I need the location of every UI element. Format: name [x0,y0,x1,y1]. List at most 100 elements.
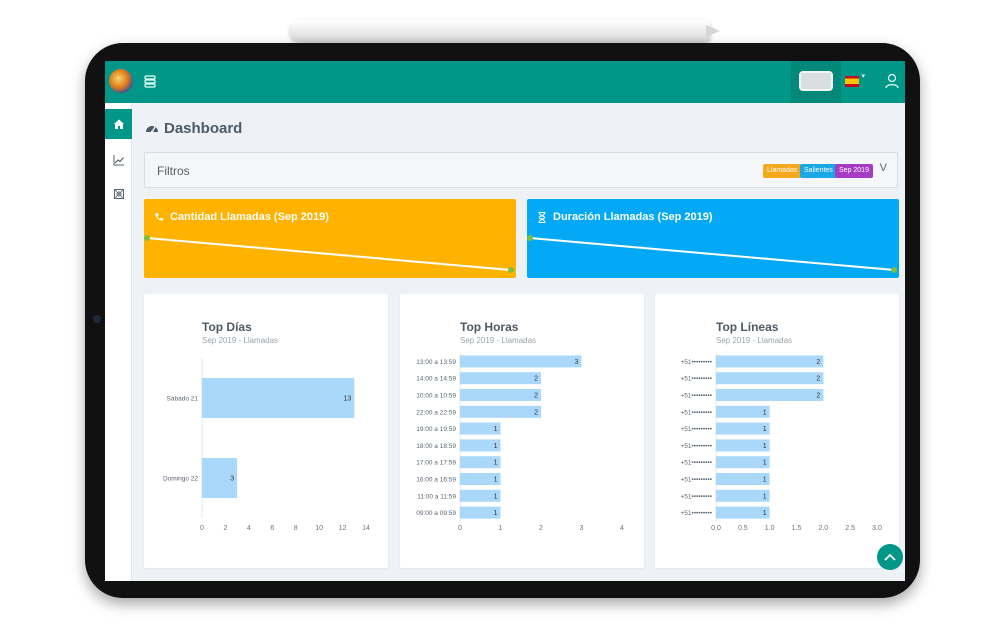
x-tick-label: 1.5 [792,525,802,532]
home-icon [113,119,124,129]
chart-top-lineas: 0.0 0.5 1.0 1.5 2.0 2.5 3.0 +51••••••••• 2 +51•••… [680,353,882,532]
phone-icon [155,213,163,221]
bar[interactable] [716,422,770,435]
category-label: 16:00 a 16:59 [416,477,456,484]
badge-periodo[interactable]: Sep 2019 [835,164,873,178]
filters-toggle-icon[interactable]: V [880,162,887,174]
sidebar-item-chart[interactable] [105,145,132,175]
bar[interactable] [460,372,541,385]
bar-value-label: 2 [816,393,820,400]
category-label: +51••••••••• [680,460,712,467]
badge-salientes[interactable]: Salientes [800,164,837,178]
line-chart-icon [113,155,124,166]
top-bar: ▾ [105,61,905,103]
x-tick-label: 12 [339,525,347,532]
x-tick-label: 0.0 [711,525,721,532]
menu-icon[interactable] [143,74,157,88]
category-label: 09:00 a 09:59 [416,510,456,517]
chart-top-dias: 0 2 4 6 8 10 12 14 Sábado 21 13 Domingo 22 3 [163,358,370,532]
dashboard-gauge-icon [146,125,158,133]
category-label: Sábado 21 [167,396,199,403]
report-icon [113,189,124,199]
category-label: 18:00 a 18:59 [416,443,456,450]
bar-value-label: 1 [494,426,498,433]
x-tick-label: 10 [315,525,323,532]
bar-value-label: 2 [816,376,820,383]
bar-value-label: 1 [763,409,767,416]
bar-value-label: 3 [575,359,579,366]
x-tick-label: 14 [362,525,370,532]
bar[interactable] [460,405,541,418]
sidebar-item-home[interactable] [105,109,132,139]
bar[interactable] [716,439,770,452]
bar[interactable] [460,389,541,401]
filters-label: Filtros [157,164,190,178]
page-title-text: Dashboard [164,120,243,137]
card-top-dias: Top Días Sep 2019 - Llamadas 0 2 4 6 8 10 12 14… [144,294,388,568]
sparkline-cantidad [144,235,514,273]
kpi-card-cantidad: Cantidad Llamadas (Sep 2019) [144,199,516,278]
bar-value-label: 3 [230,476,234,483]
bar-value-label: 2 [534,376,538,383]
x-tick-label: 2.0 [818,525,828,532]
spark-point-start [527,235,533,241]
category-label: +51••••••••• [680,393,712,400]
spark-point-end [508,267,514,273]
x-tick-label: 0.5 [738,525,748,532]
tablet-camera [93,315,101,323]
bar-value-label: 2 [534,409,538,416]
x-tick-label: 4 [620,525,624,532]
bar-value-label: 1 [763,460,767,467]
kpi-title-duracion: Duración Llamadas (Sep 2019) [537,211,713,223]
x-tick-label: 0 [458,525,462,532]
app-logo[interactable] [109,69,133,93]
hourglass-icon [538,211,546,223]
category-label: 19:00 a 19:59 [416,426,456,433]
apple-pencil [290,20,710,42]
bar[interactable] [202,378,355,418]
category-label: +51••••••••• [680,510,712,517]
x-tick-label: 1 [499,525,503,532]
bar[interactable] [716,372,824,385]
bar[interactable] [716,355,824,368]
chevron-up-icon [884,553,896,561]
category-label: Domingo 22 [163,476,198,483]
account-name-pill[interactable] [799,71,833,91]
category-label: +51••••••••• [680,477,712,484]
card-top-lineas: Top Líneas Sep 2019 - Llamadas 0.0 0.5 1.0… [655,294,899,568]
spain-flag-icon[interactable] [845,76,859,87]
x-tick-label: 1.0 [765,525,775,532]
scroll-to-top-button[interactable] [877,544,903,570]
category-label: 17:00 a 17:59 [416,460,456,467]
sidebar-item-report[interactable] [105,179,132,209]
bar-value-label: 1 [763,510,767,517]
page-title: Dashboard [145,120,242,137]
bar[interactable] [716,405,770,418]
bar[interactable] [716,473,770,485]
x-tick-label: 2 [539,525,543,532]
language-caret-icon[interactable]: ▾ [861,72,865,80]
x-tick-label: 8 [294,525,298,532]
bar[interactable] [716,506,770,519]
x-tick-label: 3.0 [872,525,882,532]
x-tick-label: 2 [223,525,227,532]
bar-value-label: 2 [816,359,820,366]
kpi-title-duracion-text: Duración Llamadas (Sep 2019) [553,211,713,223]
category-label: +51••••••••• [680,426,712,433]
category-label: 14:00 a 14:59 [416,376,456,383]
bar[interactable] [716,456,770,469]
user-icon[interactable] [885,73,899,89]
bar-value-label: 13 [343,396,351,403]
filters-panel[interactable]: Filtros Llamadas Salientes Sep 2019 V [144,152,898,188]
category-label: 11:00 a 11:59 [417,493,456,500]
bar-value-label: 1 [494,493,498,500]
bar[interactable] [716,389,824,401]
bar[interactable] [716,489,770,502]
kpi-card-duracion: Duración Llamadas (Sep 2019) [527,199,899,278]
category-label: +51••••••••• [680,376,712,383]
category-label: 13:00 a 13:59 [416,359,456,366]
app-screen: ▾ Dashboard Filtros Llamadas Salientes S… [105,61,905,581]
badge-llamadas[interactable]: Llamadas [763,164,802,178]
bar[interactable] [460,355,582,368]
bar-value-label: 1 [494,510,498,517]
